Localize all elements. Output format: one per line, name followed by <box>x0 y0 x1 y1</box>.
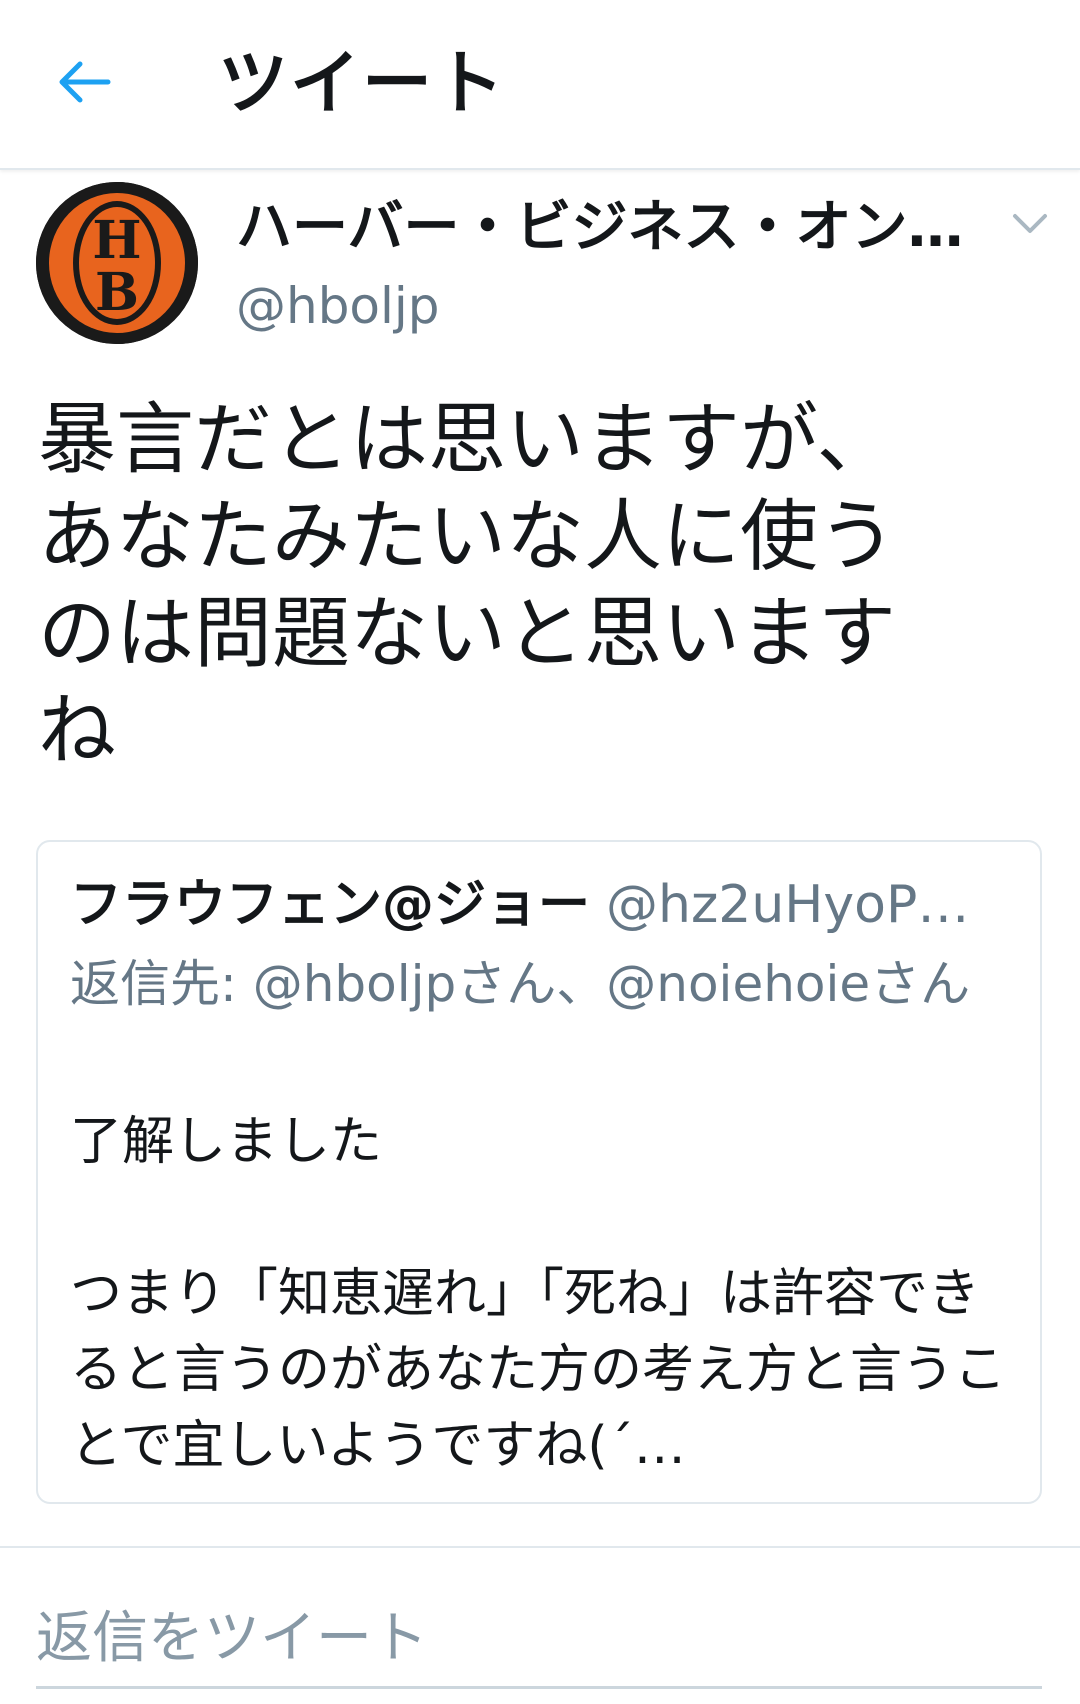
arrow-left-icon <box>56 60 112 108</box>
back-button[interactable] <box>48 48 120 120</box>
svg-text:B: B <box>95 262 139 323</box>
top-bar: ツイート <box>0 0 1080 170</box>
divider <box>0 1546 1080 1548</box>
tweet-options-button[interactable] <box>1008 206 1052 246</box>
tweet-text: 暴言だとは思いますが、 あなたみたいな人に使う のは問題ないと思います ね <box>38 395 897 776</box>
author-display-name[interactable]: ハーバー・ビジネス・オン… <box>236 192 976 264</box>
reply-input[interactable] <box>36 1590 1042 1689</box>
quoted-tweet-header: フラウフェン@ジョー @hz2uHyoP… <box>70 870 1010 940</box>
hbol-logo: H B <box>36 182 198 344</box>
avatar[interactable]: H B <box>36 182 198 344</box>
quoted-tweet-card[interactable]: フラウフェン@ジョー @hz2uHyoP… 返信先: @hboljpさん、@noi… <box>36 840 1042 1504</box>
quoted-author-name: フラウフェン@ジョー <box>70 875 591 935</box>
chevron-down-icon <box>1012 213 1048 239</box>
quoted-tweet-text: 了解しました つまり「知恵遅れ」「死ね」は許容できると言うのがあなた方の考え方と… <box>70 1112 1007 1476</box>
quoted-author-handle: @hz2uHyoP… <box>606 875 970 935</box>
author-handle[interactable]: @hboljp <box>236 274 440 338</box>
quoted-reply-to: 返信先: @hboljpさん、@noiehoieさん <box>70 955 971 1013</box>
page-title: ツイート <box>218 42 506 124</box>
